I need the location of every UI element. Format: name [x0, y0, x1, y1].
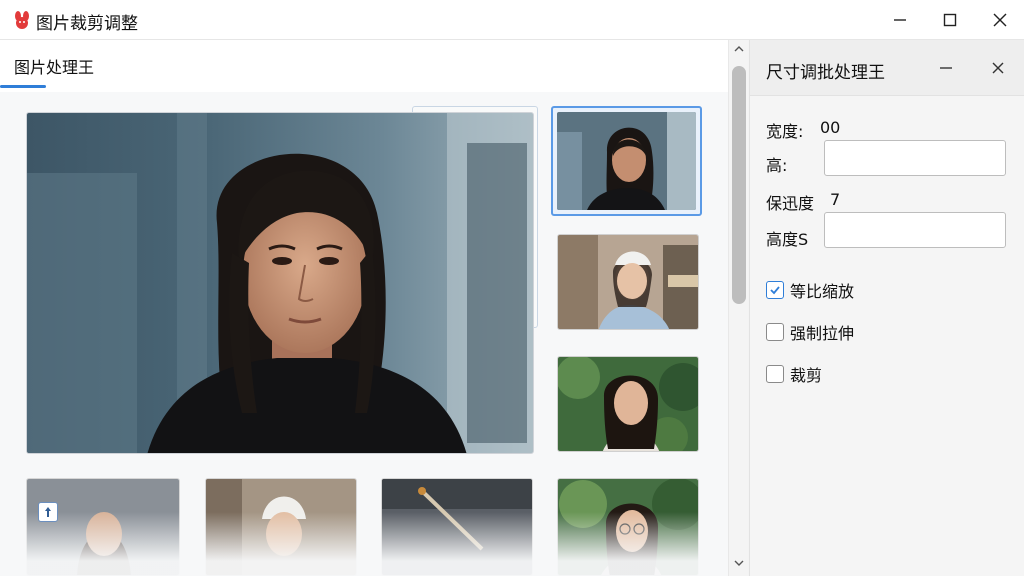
brush-thumbnail: [382, 479, 532, 575]
height-label: 高:: [766, 156, 788, 175]
width-value: 00: [820, 118, 841, 137]
height2-input[interactable]: [824, 212, 1006, 248]
main-preview-image[interactable]: [26, 112, 534, 454]
bunny-logo-icon: [15, 11, 29, 29]
quality-value: 7: [830, 190, 841, 209]
portrait-thumbnail: [27, 479, 179, 575]
width-label: 宽度:: [766, 122, 804, 141]
portrait-thumbnail: [557, 112, 696, 210]
window-title: 图片裁剪调整: [36, 14, 138, 34]
title-bar: 图片裁剪调整: [0, 0, 1024, 40]
option-stretch[interactable]: 强制拉伸: [766, 321, 854, 343]
thumbnail-4[interactable]: [557, 478, 699, 576]
minimize-button[interactable]: [877, 0, 923, 40]
tab-bar: 图片处理王: [0, 40, 748, 92]
portrait-thumbnail: [558, 479, 698, 575]
portrait-thumbnail: [558, 235, 698, 329]
active-tab-indicator: [0, 85, 46, 88]
thumbnail-6[interactable]: [205, 478, 357, 576]
pin-button[interactable]: [38, 502, 58, 522]
image-workspace: 图片处理王: [0, 40, 748, 576]
keep-ratio-label: 等比缩放: [790, 282, 855, 301]
panel-header: 尺寸调批处理王: [750, 40, 1024, 96]
portrait-image: [27, 113, 533, 453]
option-crop[interactable]: 裁剪: [766, 363, 822, 385]
height2-label: 高度S: [766, 230, 809, 249]
close-icon: [992, 62, 1004, 74]
thumbnail-3[interactable]: [557, 356, 699, 452]
option-keep-ratio[interactable]: 等比缩放: [766, 279, 854, 301]
scroll-up-icon[interactable]: [732, 42, 746, 56]
panel-close-button[interactable]: [984, 54, 1012, 82]
thumbnail-2[interactable]: [557, 234, 699, 330]
stretch-checkbox[interactable]: [766, 323, 784, 341]
resize-panel: 尺寸调批处理王 宽度: 00 高: 保迅度 7 高度S 等比缩放 强制拉伸 裁剪: [749, 40, 1024, 576]
checkmark-icon: [770, 286, 780, 295]
maximize-button[interactable]: [927, 0, 973, 40]
minimize-icon: [894, 19, 906, 21]
panel-title: 尺寸调批处理王: [766, 63, 885, 83]
vertical-scrollbar[interactable]: [728, 40, 748, 576]
minimize-icon: [940, 67, 952, 69]
pin-icon: [45, 507, 51, 517]
scroll-down-icon[interactable]: [732, 556, 746, 570]
portrait-thumbnail: [558, 357, 698, 451]
quality-label: 保迅度: [766, 194, 815, 213]
thumbnail-1[interactable]: [551, 106, 702, 216]
close-icon: [993, 13, 1007, 27]
image-gallery: [0, 92, 726, 576]
portrait-thumbnail: [206, 479, 356, 575]
stretch-label: 强制拉伸: [790, 324, 855, 343]
crop-checkbox[interactable]: [766, 365, 784, 383]
thumbnail-5[interactable]: [26, 478, 180, 576]
crop-label: 裁剪: [790, 366, 823, 385]
close-window-button[interactable]: [977, 0, 1023, 40]
maximize-icon: [943, 13, 957, 27]
scrollbar-thumb[interactable]: [732, 66, 746, 304]
panel-minimize-button[interactable]: [932, 54, 960, 82]
thumbnail-7[interactable]: [381, 478, 533, 576]
keep-ratio-checkbox[interactable]: [766, 281, 784, 299]
height-input[interactable]: [824, 140, 1006, 176]
